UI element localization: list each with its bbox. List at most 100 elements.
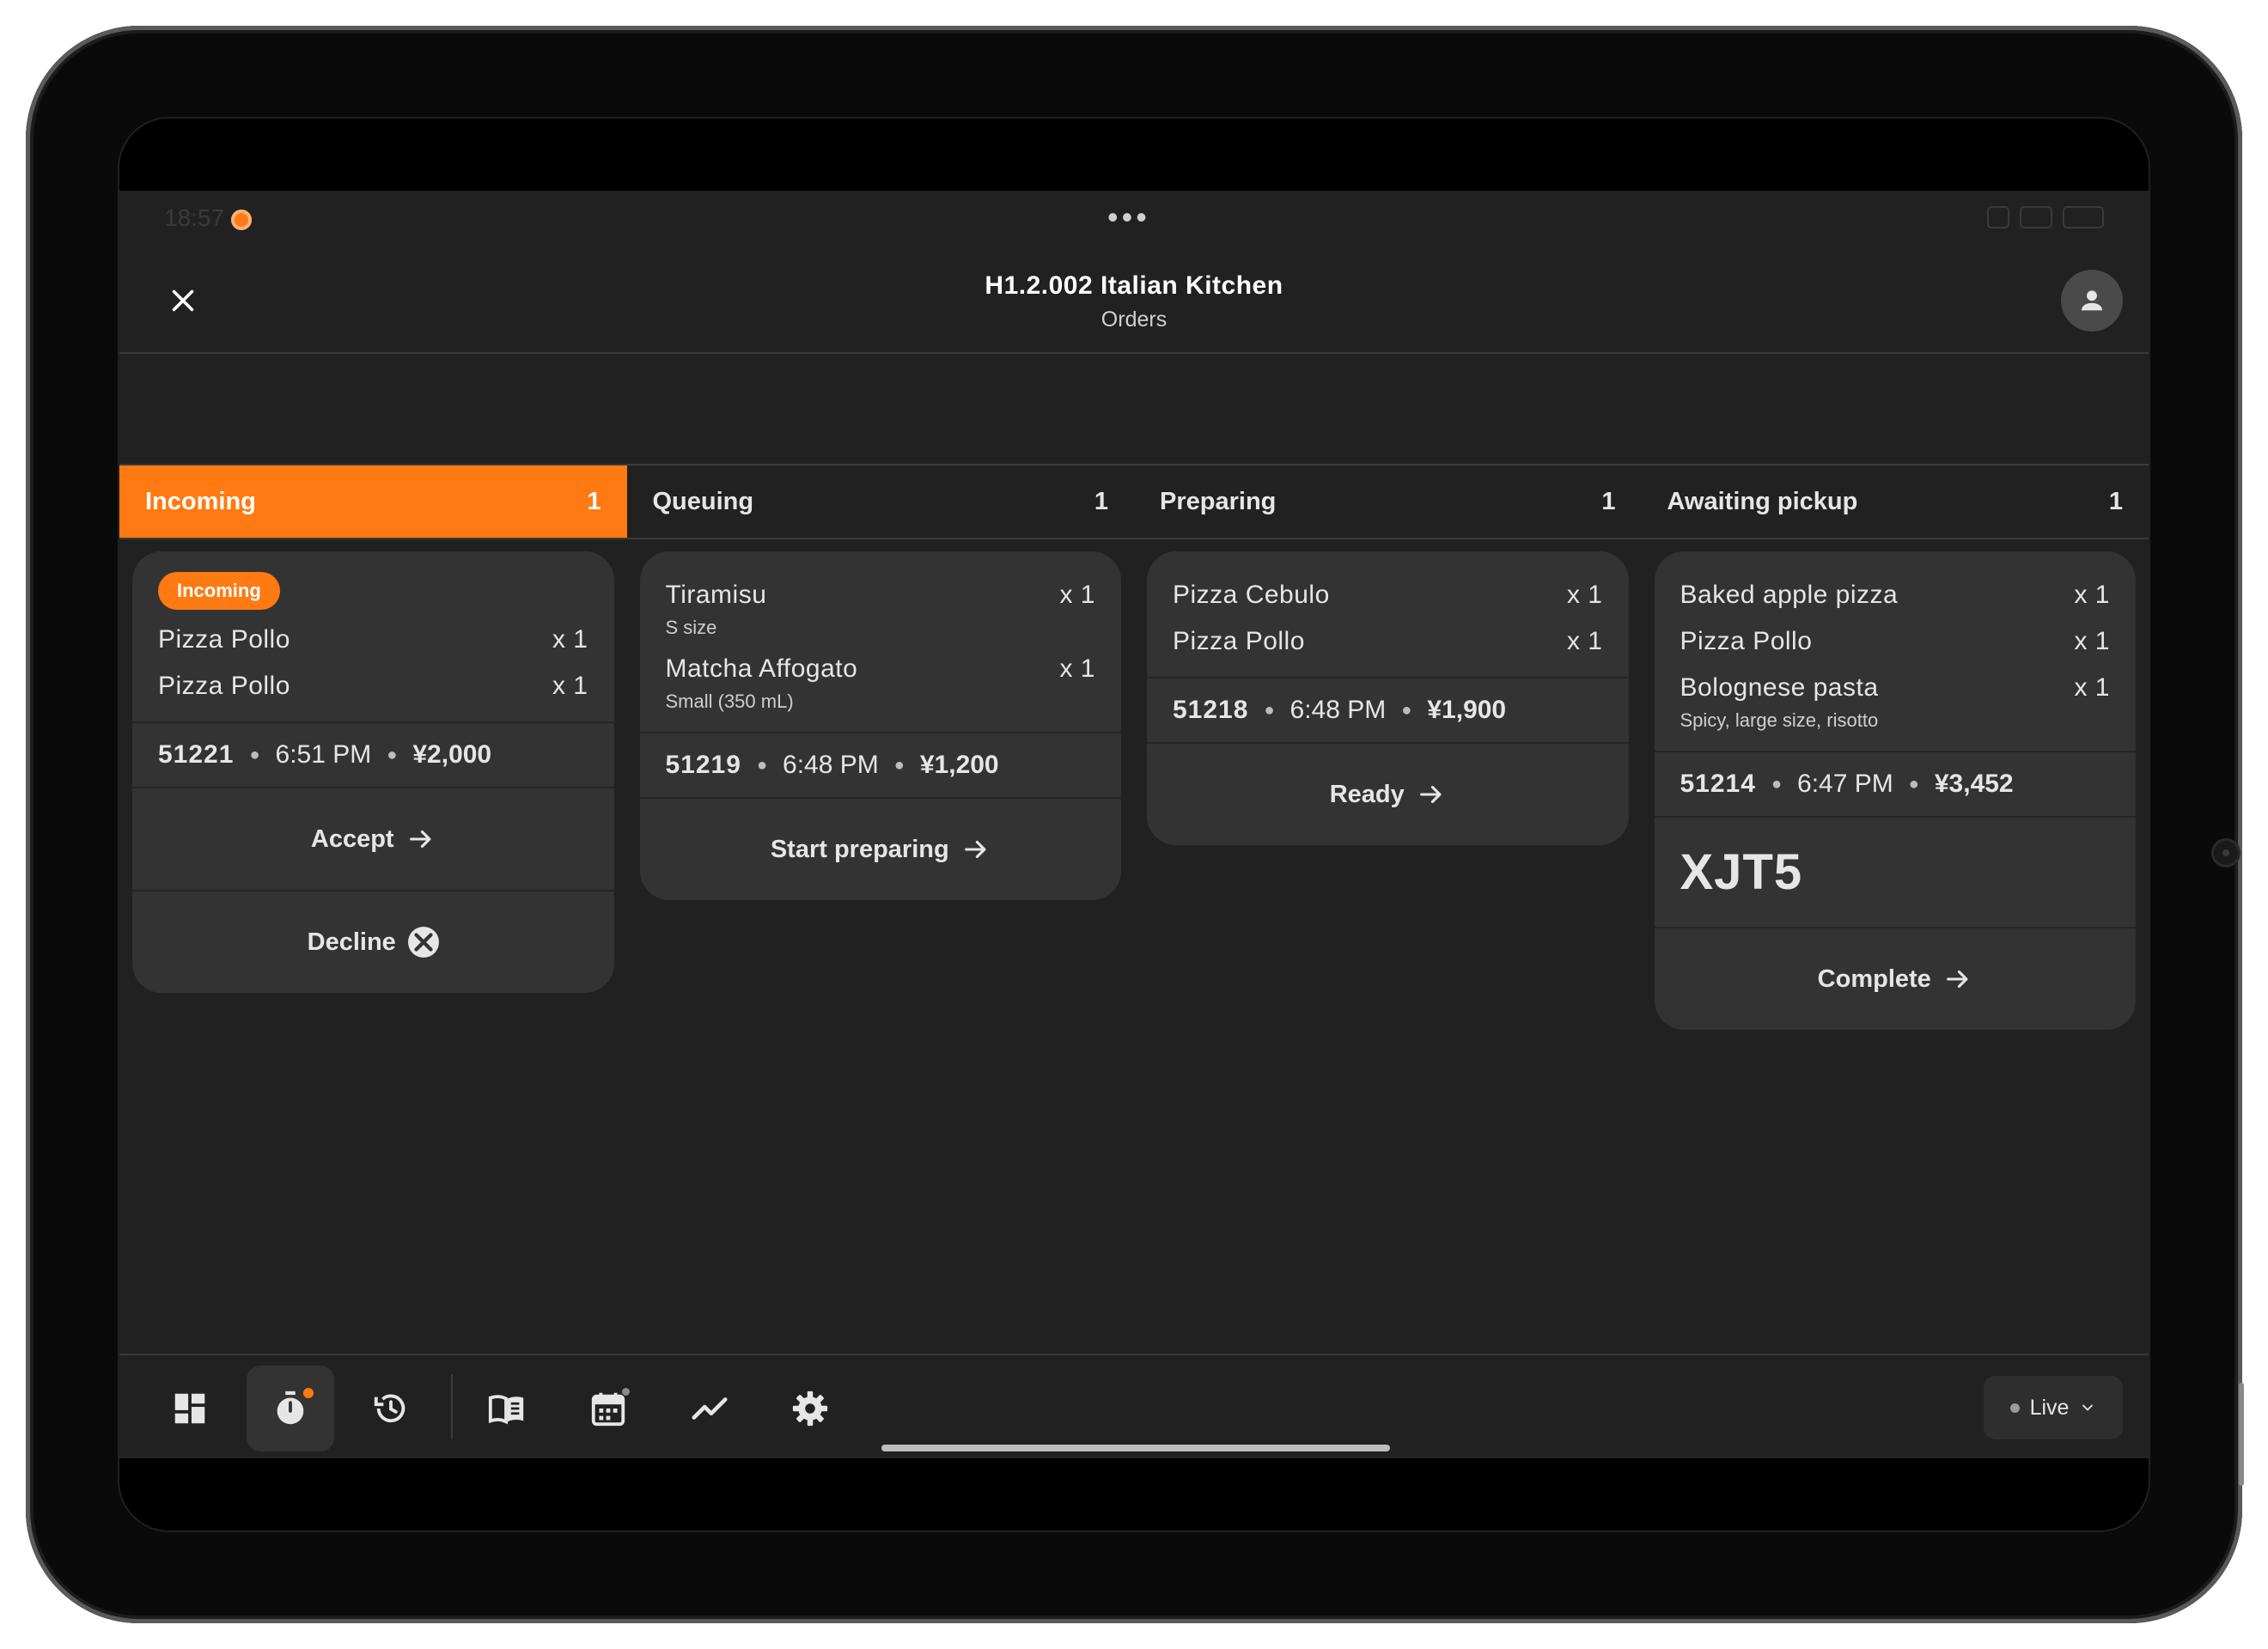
status-bar: 18:57 •••: [119, 191, 2149, 251]
list-item: Pizza Pollo x 1: [158, 663, 588, 709]
nav-settings[interactable]: [766, 1366, 854, 1451]
order-time: 6:51 PM: [275, 740, 372, 769]
order-price: ¥3,452: [1934, 770, 2014, 798]
separator-dot: ●: [1908, 774, 1919, 794]
separator-dot: ●: [1264, 700, 1275, 720]
page-subtitle: Orders: [1100, 307, 1168, 332]
item-name: Baked apple pizza: [1680, 581, 1899, 609]
nav-orders[interactable]: [247, 1366, 334, 1451]
order-price: ¥2,000: [412, 740, 492, 769]
avatar[interactable]: [2061, 270, 2123, 332]
order-status-columns: Incoming 1 Queuing 1 Preparing 1 Awaitin…: [119, 464, 2149, 539]
tab-label: Awaiting pickup: [1667, 487, 1858, 515]
camera: [2211, 838, 2241, 867]
order-number: 51221: [158, 740, 235, 769]
order-time: 6:47 PM: [1797, 770, 1893, 798]
item-name: Pizza Pollo: [158, 625, 290, 654]
nav-calendar[interactable]: [564, 1366, 652, 1451]
page-title: H1.2.002 Italian Kitchen: [985, 271, 1283, 300]
item-qty: x 1: [1566, 581, 1603, 609]
start-preparing-button[interactable]: Start preparing: [639, 797, 1121, 900]
nav-menu[interactable]: [463, 1366, 551, 1451]
order-price: ¥1,200: [919, 751, 999, 779]
wifi-icon: [2020, 206, 2052, 228]
nav-analytics[interactable]: [666, 1366, 753, 1451]
bottom-nav: Live: [119, 1354, 2149, 1458]
item-qty: x 1: [2074, 673, 2110, 702]
item-qty: x 1: [552, 672, 588, 700]
item-name: Pizza Pollo: [1173, 627, 1305, 655]
signal-icon: [1987, 206, 2009, 228]
calendar-icon: [591, 1392, 625, 1427]
decline-label: Decline: [307, 928, 396, 956]
nav-dashboard[interactable]: [146, 1366, 234, 1451]
order-cards: Incoming Pizza Pollo x 1 Pizza Pollo x 1…: [119, 551, 2149, 1030]
chevron-down-icon: [2082, 1404, 2094, 1411]
complete-button[interactable]: Complete: [1654, 927, 2136, 1030]
arrow-right-icon: [1419, 785, 1442, 804]
separator-dot: ●: [893, 755, 905, 775]
tab-label: Queuing: [652, 487, 754, 515]
nav-divider: [451, 1374, 453, 1439]
separator-dot: ●: [1401, 700, 1412, 720]
arrow-right-icon: [964, 840, 986, 859]
order-meta: 51218 ● 6:48 PM ● ¥1,900: [1147, 677, 1629, 742]
separator-dot: ●: [249, 745, 260, 764]
list-item: Bolognese pasta x 1: [1680, 665, 2111, 711]
side-button: [2239, 1383, 2244, 1486]
tab-queuing[interactable]: Queuing 1: [627, 465, 1135, 538]
ready-button[interactable]: Ready: [1147, 742, 1629, 845]
order-number: 51214: [1680, 770, 1756, 798]
dashboard-icon: [174, 1393, 205, 1424]
accept-label: Accept: [310, 824, 394, 853]
tab-label: Preparing: [1160, 487, 1277, 515]
separator-dot: ●: [387, 745, 398, 764]
status-badge: Incoming: [158, 572, 280, 610]
action-label: Start preparing: [770, 835, 949, 863]
live-label: Live: [2029, 1395, 2070, 1420]
item-name: Pizza Pollo: [158, 672, 290, 700]
pickup-code: XJT5: [1654, 816, 2136, 927]
item-name: Pizza Cebulo: [1173, 581, 1330, 609]
app-screen: 18:57 ••• H1.2.002 Italian Kitchen Order…: [119, 191, 2149, 1458]
action-label: Ready: [1329, 780, 1405, 808]
tab-awaiting-pickup[interactable]: Awaiting pickup 1: [1642, 465, 2149, 538]
arrow-right-icon: [1946, 970, 1968, 989]
order-time: 6:48 PM: [783, 751, 879, 779]
close-circle-icon: [407, 927, 439, 958]
menu-book-icon: [488, 1395, 524, 1425]
user-icon: [2081, 290, 2103, 311]
item-qty: x 1: [2074, 627, 2110, 655]
tab-count: 1: [587, 487, 601, 515]
home-indicator[interactable]: [881, 1445, 1390, 1451]
list-item: Pizza Pollo x 1: [1173, 618, 1603, 665]
order-card-awaiting-pickup: Baked apple pizza x 1 Pizza Pollo x 1 Bo…: [1654, 551, 2136, 1030]
item-name: Matcha Affogato: [665, 654, 858, 683]
tab-preparing[interactable]: Preparing 1: [1134, 465, 1642, 538]
item-qty: x 1: [2074, 581, 2110, 609]
tab-incoming[interactable]: Incoming 1: [119, 465, 627, 538]
accept-button[interactable]: Accept: [132, 787, 614, 890]
screen-bezel: 18:57 ••• H1.2.002 Italian Kitchen Order…: [119, 119, 2149, 1530]
decline-button[interactable]: Decline: [132, 890, 614, 993]
action-label: Complete: [1817, 964, 1931, 993]
analytics-icon: [692, 1397, 728, 1420]
item-qty: x 1: [1059, 581, 1095, 609]
nav-history[interactable]: [347, 1366, 435, 1451]
recording-icon: [231, 210, 252, 230]
multitask-dots-icon[interactable]: •••: [1107, 199, 1150, 235]
item-note: Spicy, large size, risotto: [1680, 709, 1879, 731]
live-mode-selector[interactable]: Live: [1984, 1376, 2123, 1439]
item-qty: x 1: [552, 625, 588, 654]
status-icons: [1987, 206, 2104, 228]
item-name: Pizza Pollo: [1680, 627, 1813, 655]
order-meta: 51219 ● 6:48 PM ● ¥1,200: [639, 732, 1121, 797]
list-item: Tiramisu x 1: [666, 572, 1096, 618]
settings-icon: [792, 1390, 828, 1427]
item-note: S size: [665, 617, 717, 638]
order-number: 51218: [1173, 696, 1249, 724]
order-number: 51219: [665, 751, 741, 779]
order-card-queuing: Tiramisu x 1 S size Matcha Affogato x 1 …: [639, 551, 1121, 900]
order-meta: 51214 ● 6:47 PM ● ¥3,452: [1654, 751, 2136, 816]
list-item: Pizza Cebulo x 1: [1173, 572, 1603, 618]
